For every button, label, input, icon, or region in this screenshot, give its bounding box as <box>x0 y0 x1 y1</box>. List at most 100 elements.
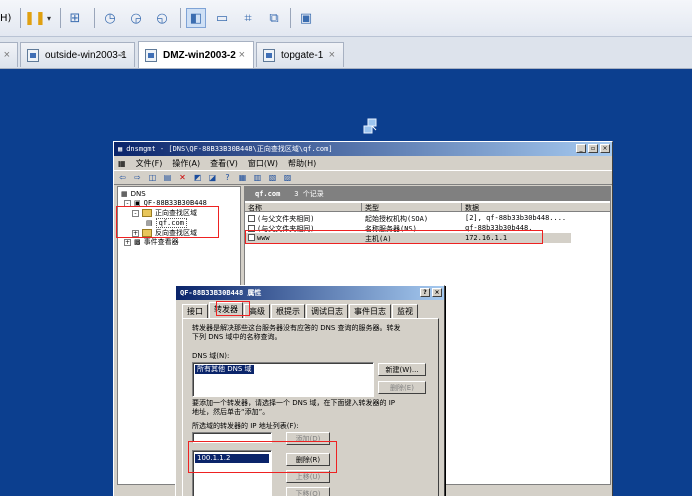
window-icon[interactable]: ⧉ <box>264 8 284 28</box>
tree-item-server[interactable]: - ▣ QF-88B33B30B448 <box>124 199 207 207</box>
column-header-name[interactable]: 名称 <box>245 203 362 212</box>
snapshot-icon[interactable]: ◷ <box>100 8 120 28</box>
expand-icon[interactable]: + <box>132 229 139 237</box>
child-close-button[interactable]: × <box>600 144 610 153</box>
mmc-toolbar: ⇦ ⇨ ◫ ▤ ✕ ◩ ◪ ? ▦ ▥ ▧ ▨ <box>114 170 612 185</box>
window-titlebar[interactable]: ▦ dnsmgmt - [DNS\QF-88B33B30B448\正向查找区域\… <box>114 142 612 156</box>
unity-icon[interactable]: ⌗ <box>238 8 258 28</box>
table-row-selected[interactable]: www 主机(A) 172.16.1.1 <box>245 233 571 243</box>
move-down-button[interactable]: 下移(O) <box>286 487 330 496</box>
help-menu-fragment[interactable]: H) <box>0 8 14 28</box>
move-up-button[interactable]: 上移(U) <box>286 470 330 483</box>
server-icon: ▣ <box>134 199 141 207</box>
show-tree-icon[interactable]: ▤ <box>162 172 173 183</box>
expand-icon[interactable]: + <box>124 238 131 246</box>
add-hint-line-2: 地址，然后单击“添加”。 <box>192 408 270 416</box>
dialog-titlebar[interactable]: QF-88B33B30B448 属性 ? × <box>176 286 444 300</box>
tab-interfaces[interactable]: 接口 <box>182 304 208 318</box>
tab-event-logging[interactable]: 事件日志 <box>349 304 391 318</box>
close-icon[interactable]: × <box>4 49 10 61</box>
column-header-type[interactable]: 类型 <box>362 203 462 212</box>
dns-domain-item[interactable]: 所有其他 DNS 域 <box>195 365 254 374</box>
ip-address-input[interactable] <box>192 432 272 443</box>
record-type: 起始授权机构(SOA) <box>365 215 429 223</box>
detail-icon[interactable]: ▨ <box>282 172 293 183</box>
tab-topgate-1[interactable]: topgate-1 × <box>256 42 344 67</box>
forward-icon[interactable]: ⇨ <box>132 172 143 183</box>
pause-icon[interactable]: ❚❚ <box>24 8 46 28</box>
add-ip-button[interactable]: 添加(D) <box>286 432 330 445</box>
record-icon <box>248 215 255 222</box>
tree-label: QF-88B33B30B448 <box>143 199 207 207</box>
description-line-1: 转发器是解决那些这台服务器没有应答的 DNS 查询的服务器。转发 <box>192 324 401 332</box>
tab-root-hints[interactable]: 根提示 <box>271 304 305 318</box>
revert-icon[interactable]: ◶ <box>126 8 146 28</box>
vm-toolbar: H) ❚❚ ▾ ⊞ ◷ ◶ ◵ ◧ ▭ ⌗ ⧉ ▣ <box>0 0 692 37</box>
close-icon[interactable]: × <box>120 49 126 61</box>
help-button[interactable]: ? <box>420 288 430 297</box>
network-icon[interactable]: ⊞ <box>66 8 84 28</box>
tree-item-zone-qf[interactable]: ▤ qf.com <box>146 218 187 228</box>
menu-file[interactable]: 文件(F) <box>136 158 163 169</box>
tab-forwarders[interactable]: 转发器 <box>209 302 243 318</box>
record-name: (与父文件夹相同) <box>257 215 315 223</box>
back-icon[interactable]: ⇦ <box>117 172 128 183</box>
tab-debug-logging[interactable]: 调试日志 <box>306 304 348 318</box>
record-icon[interactable]: ▥ <box>252 172 263 183</box>
new-icon[interactable]: ▦ <box>237 172 248 183</box>
record-data: 172.16.1.1 <box>465 234 508 242</box>
tab-outside-win2003-1[interactable]: outside-win2003-1 × <box>20 42 135 67</box>
collapse-icon[interactable]: - <box>132 209 139 217</box>
menu-window[interactable]: 窗口(W) <box>248 158 278 169</box>
tab-label: outside-win2003-1 <box>45 49 127 61</box>
dns-domain-list[interactable]: 所有其他 DNS 域 <box>192 362 374 397</box>
child-restore-button[interactable]: ▫ <box>588 144 598 153</box>
snapshot-manager-icon[interactable]: ◵ <box>152 8 172 28</box>
help-icon[interactable]: ? <box>222 172 233 183</box>
up-icon[interactable]: ◫ <box>147 172 158 183</box>
record-icon <box>248 225 255 232</box>
event-viewer-icon: ▩ <box>134 238 141 246</box>
network-connection-icon[interactable] <box>362 118 380 136</box>
fullscreen-icon[interactable]: ▭ <box>212 8 232 28</box>
menu-view[interactable]: 查看(V) <box>210 158 238 169</box>
tab-dmz-win2003-2[interactable]: DMZ-win2003-2 × <box>138 41 254 68</box>
delete-domain-button[interactable]: 删除(E) <box>378 381 426 394</box>
tree-item-event-viewer[interactable]: + ▩ 事件查看器 <box>124 237 179 247</box>
console-icon: ▦ <box>118 158 126 168</box>
properties-icon[interactable]: ◩ <box>192 172 203 183</box>
tree-label: qf.com <box>155 218 187 228</box>
ip-address-item[interactable]: 100.1.1.2 <box>195 454 269 463</box>
menu-action[interactable]: 操作(A) <box>172 158 200 169</box>
dns-app-icon: ▦ <box>118 145 123 153</box>
child-minimize-button[interactable]: _ <box>576 144 586 153</box>
dns-icon: ▦ <box>121 190 128 198</box>
list-icon[interactable]: ▧ <box>267 172 278 183</box>
collapse-icon[interactable]: - <box>124 199 131 207</box>
close-icon[interactable]: × <box>239 49 245 61</box>
tab-previous[interactable]: × <box>0 42 18 67</box>
tab-advanced[interactable]: 高级 <box>244 304 270 318</box>
dropdown-icon[interactable]: ▾ <box>44 8 54 28</box>
description-line-2: 下列 DNS 域中的名称查询。 <box>192 333 282 341</box>
new-domain-button[interactable]: 新建(W)... <box>378 363 426 376</box>
quick-switch-icon[interactable]: ▣ <box>296 8 316 28</box>
delete-ip-button[interactable]: 删除(R) <box>286 453 330 466</box>
refresh-icon[interactable]: ◪ <box>207 172 218 183</box>
record-name: (与父文件夹相同) <box>257 225 315 233</box>
menu-help[interactable]: 帮助(H) <box>288 158 316 169</box>
delete-icon[interactable]: ✕ <box>177 172 188 183</box>
tree-item-forward-zone[interactable]: - 正向查找区域 <box>132 208 197 218</box>
add-hint-line-1: 要添加一个转发器，请选择一个 DNS 域，在下面键入转发器的 IP <box>192 399 396 407</box>
console-view-icon[interactable]: ◧ <box>186 8 206 28</box>
tree-label: DNS <box>130 190 146 198</box>
tab-monitoring[interactable]: 监视 <box>392 304 418 318</box>
close-icon[interactable]: × <box>329 49 335 61</box>
zone-icon: ▤ <box>146 219 153 227</box>
close-button[interactable]: × <box>432 288 442 297</box>
column-header-data[interactable]: 数据 <box>462 203 611 212</box>
ip-address-list[interactable]: 100.1.1.2 <box>192 450 272 496</box>
list-header: qf.com 3 个记录 <box>245 187 610 201</box>
tree-item-dns[interactable]: ▦ DNS <box>121 190 146 198</box>
server-properties-dialog: QF-88B33B30B448 属性 ? × 接口 转发器 高级 根提示 调试日… <box>175 285 445 496</box>
